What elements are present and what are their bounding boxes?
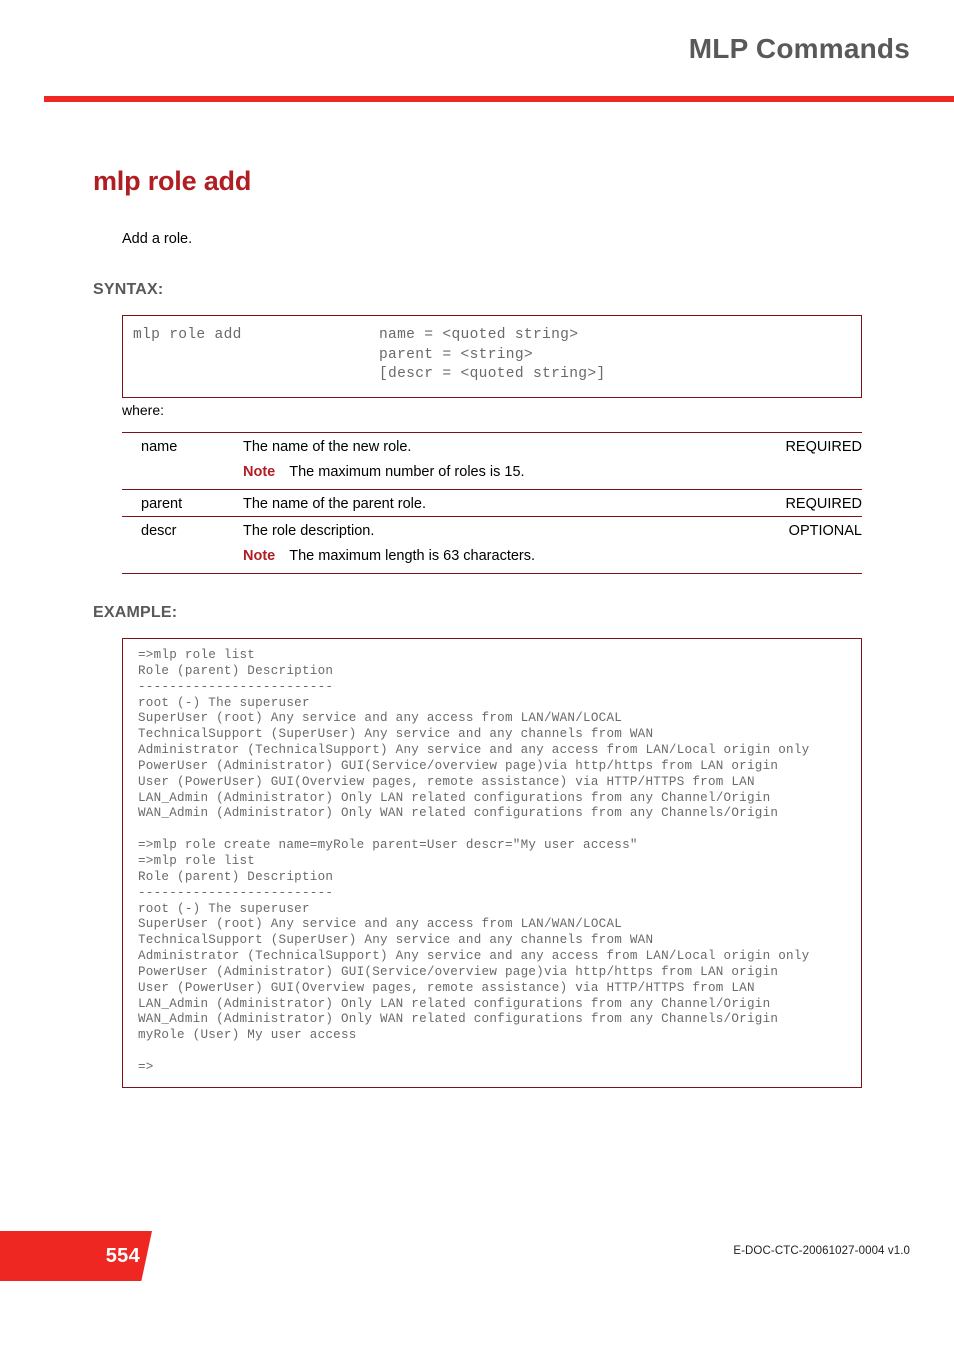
parameter-requirement: REQUIRED xyxy=(785,496,862,512)
syntax-command: mlp role add xyxy=(133,327,242,343)
syntax-row: mlp role add name = <quoted string> xyxy=(123,326,861,346)
syntax-box: mlp role add name = <quoted string> pare… xyxy=(122,315,862,398)
header-accent-rule xyxy=(44,96,954,102)
table-row: descr The role description. OPTIONAL xyxy=(122,516,862,544)
parameters-table: name The name of the new role. REQUIRED … xyxy=(122,432,862,574)
syntax-argument: [descr = <quoted string>] xyxy=(379,366,606,382)
parameter-description: The name of the parent role. xyxy=(243,496,426,512)
page-title: mlp role add xyxy=(93,166,252,197)
page-header: MLP Commands xyxy=(0,0,954,104)
table-row: parent The name of the parent role. REQU… xyxy=(122,489,862,517)
table-row-note: Note The maximum number of roles is 15. xyxy=(122,459,862,490)
syntax-row: [descr = <quoted string>] xyxy=(123,365,861,385)
note-text: The maximum length is 63 characters. xyxy=(289,548,536,564)
parameter-requirement: REQUIRED xyxy=(785,439,862,455)
syntax-label: SYNTAX: xyxy=(93,281,164,298)
table-bottom-rule-row xyxy=(122,573,862,574)
example-label: EXAMPLE: xyxy=(93,604,178,621)
spacer-cell xyxy=(122,459,243,490)
document-reference: E-DOC-CTC-20061027-0004 v1.0 xyxy=(733,1245,910,1257)
note-keyword: Note xyxy=(243,548,276,564)
parameter-name: name xyxy=(141,439,178,455)
syntax-command xyxy=(123,346,379,366)
table-bottom-rule xyxy=(122,573,862,574)
example-box: =>mlp role list Role (parent) Descriptio… xyxy=(122,638,862,1088)
parameter-description: The role description. xyxy=(243,523,375,539)
example-code-block: =>mlp role list Role (parent) Descriptio… xyxy=(138,648,810,1074)
parameter-requirement: OPTIONAL xyxy=(788,523,862,539)
syntax-argument: parent = <string> xyxy=(379,346,533,363)
note-line: Note The maximum number of roles is 15. xyxy=(243,459,862,489)
table-row: name The name of the new role. REQUIRED xyxy=(122,432,862,460)
table-row-note: Note The maximum length is 63 characters. xyxy=(122,543,862,574)
where-label: where: xyxy=(122,402,165,418)
syntax-argument: name = <quoted string> xyxy=(379,327,579,343)
syntax-command xyxy=(123,365,379,385)
syntax-row: parent = <string> xyxy=(123,346,861,366)
spacer-cell xyxy=(122,543,243,574)
page-footer: 554 E-DOC-CTC-20061027-0004 v1.0 xyxy=(0,1231,954,1291)
note-cell: Note The maximum number of roles is 15. xyxy=(243,459,862,490)
parameter-name: descr xyxy=(141,523,177,539)
note-cell: Note The maximum length is 63 characters. xyxy=(243,543,862,574)
parameter-name: parent xyxy=(141,496,183,512)
running-header-title: MLP Commands xyxy=(688,33,910,64)
note-line: Note The maximum length is 63 characters. xyxy=(243,543,862,573)
parameter-description: The name of the new role. xyxy=(243,439,412,455)
intro-paragraph: Add a role. xyxy=(122,230,193,247)
note-keyword: Note xyxy=(243,464,276,480)
page-number: 554 xyxy=(105,1245,140,1267)
note-text: The maximum number of roles is 15. xyxy=(289,464,525,480)
